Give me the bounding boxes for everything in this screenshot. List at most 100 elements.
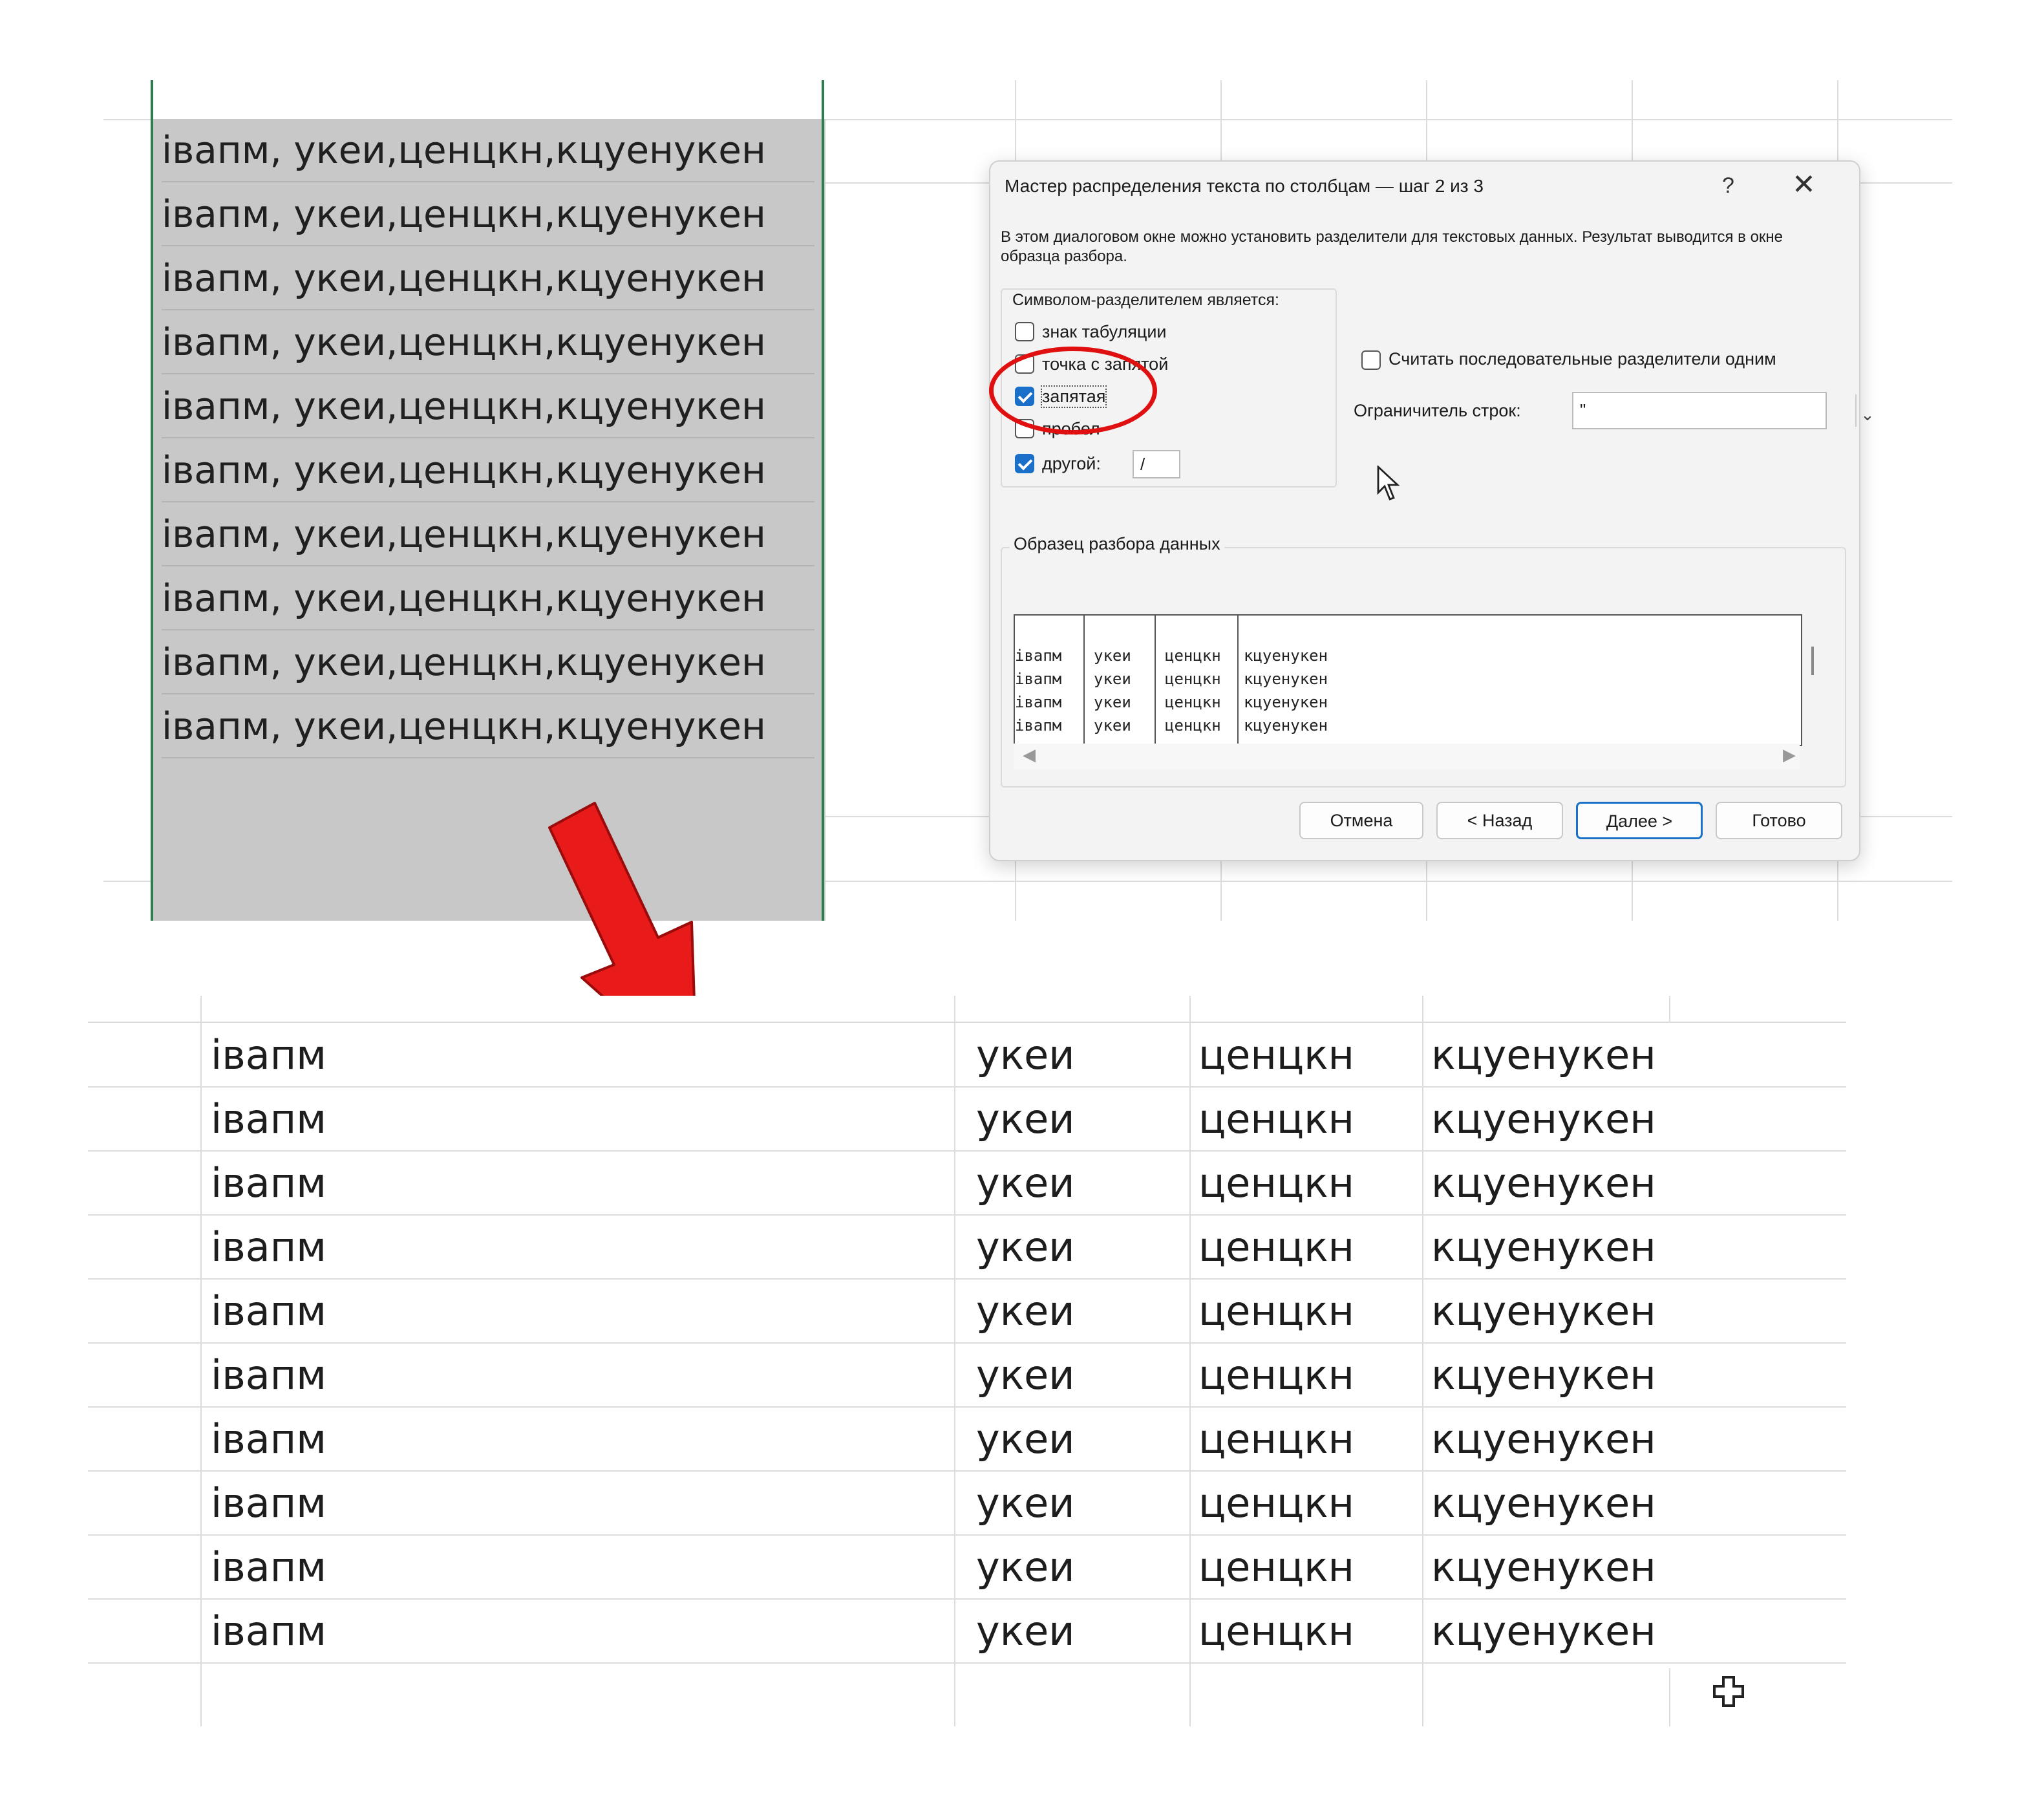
source-cell[interactable]: івапм, укеи,ценцкн,кцуенукен: [162, 631, 814, 694]
result-cell[interactable]: укеи: [976, 1406, 1075, 1470]
back-button[interactable]: < Назад: [1436, 802, 1563, 839]
result-cell[interactable]: кцуенукен: [1431, 1406, 1656, 1470]
vertical-scroll-thumb[interactable]: [1811, 647, 1814, 675]
preview-column-divider[interactable]: [1237, 616, 1239, 745]
preview-cell: ценцкн: [1165, 716, 1221, 735]
other-delimiter-input[interactable]: /: [1133, 450, 1180, 478]
source-cell[interactable]: івапм, укеи,ценцкн,кцуенукен: [162, 247, 814, 310]
consecutive-checkbox[interactable]: [1361, 350, 1381, 370]
cancel-button[interactable]: Отмена: [1299, 802, 1423, 839]
result-cell[interactable]: укеи: [976, 1278, 1075, 1342]
result-spreadsheet: івапм укеи ценцкн кцуенукен івапм укеи ценцкн к…: [88, 996, 1846, 1726]
preview-box[interactable]: івапм укеи ценцкн кцуенукен івапм укеи ценцкн к…: [1014, 614, 1802, 746]
consecutive-label: Считать последовательные разделители одн…: [1389, 349, 1776, 369]
result-cell[interactable]: івапм: [211, 1278, 326, 1342]
preview-cell: укеи: [1094, 693, 1131, 711]
preview-cell: ценцкн: [1165, 670, 1221, 688]
source-cell[interactable]: івапм, укеи,ценцкн,кцуенукен: [162, 119, 814, 182]
table-row: івапм укеи ценцкн кцуенукен: [88, 1342, 1846, 1408]
close-button[interactable]: ✕: [1792, 168, 1816, 201]
scroll-right-icon[interactable]: ▶: [1783, 745, 1796, 765]
preview-column-divider[interactable]: [1155, 616, 1156, 745]
qualifier-select[interactable]: ": [1572, 392, 1827, 429]
preview-cell: івапм: [1015, 716, 1062, 735]
chevron-down-icon[interactable]: ⌄: [1860, 405, 1875, 425]
result-cell[interactable]: кцуенукен: [1431, 1470, 1656, 1534]
result-cell[interactable]: івапм: [211, 1470, 326, 1534]
result-cell[interactable]: ценцкн: [1198, 1598, 1354, 1662]
result-cell[interactable]: ценцкн: [1198, 1150, 1354, 1214]
delimiters-legend: Символом-разделителем является:: [1010, 291, 1282, 310]
table-row: івапм укеи ценцкн кцуенукен: [88, 1470, 1846, 1536]
preview-cell: кцуенукен: [1244, 670, 1328, 688]
result-cell[interactable]: кцуенукен: [1431, 1086, 1656, 1150]
result-cell[interactable]: івапм: [211, 1406, 326, 1470]
result-cell[interactable]: ценцкн: [1198, 1342, 1354, 1406]
result-cell[interactable]: івапм: [211, 1150, 326, 1214]
preview-cell: кцуенукен: [1244, 693, 1328, 711]
dialog-description: В этом диалоговом окне можно установить …: [1001, 228, 1783, 265]
result-cell[interactable]: івапм: [211, 1214, 326, 1278]
preview-cell: івапм: [1015, 670, 1062, 688]
result-cell[interactable]: ценцкн: [1198, 1534, 1354, 1598]
result-cell[interactable]: кцуенукен: [1431, 1534, 1656, 1598]
result-cell[interactable]: укеи: [976, 1534, 1075, 1598]
result-cell[interactable]: укеи: [976, 1086, 1075, 1150]
source-cell[interactable]: івапм, укеи,ценцкн,кцуенукен: [162, 375, 814, 438]
source-cell[interactable]: івапм, укеи,ценцкн,кцуенукен: [162, 567, 814, 630]
result-cell[interactable]: кцуенукен: [1431, 1278, 1656, 1342]
result-cell[interactable]: кцуенукен: [1431, 1150, 1656, 1214]
preview-cell: укеи: [1094, 670, 1131, 688]
source-cell[interactable]: івапм, укеи,ценцкн,кцуенукен: [162, 695, 814, 758]
result-cell[interactable]: кцуенукен: [1431, 1214, 1656, 1278]
preview-cell: кцуенукен: [1244, 716, 1328, 735]
result-cell[interactable]: кцуенукен: [1431, 1342, 1656, 1406]
source-cell[interactable]: івапм, укеи,ценцкн,кцуенукен: [162, 183, 814, 246]
grid-line: [1669, 996, 1670, 1022]
source-cell[interactable]: івапм, укеи,ценцкн,кцуенукен: [162, 311, 814, 374]
result-cell[interactable]: укеи: [976, 1214, 1075, 1278]
table-row: івапм укеи ценцкн кцуенукен: [88, 1086, 1846, 1152]
result-cell[interactable]: ценцкн: [1198, 1022, 1354, 1086]
result-cell[interactable]: укеи: [976, 1470, 1075, 1534]
source-cell[interactable]: івапм, укеи,ценцкн,кцуенукен: [162, 439, 814, 502]
result-cell[interactable]: івапм: [211, 1534, 326, 1598]
result-cell[interactable]: івапм: [211, 1022, 326, 1086]
preview-cell: івапм: [1015, 647, 1062, 665]
result-cell[interactable]: укеи: [976, 1342, 1075, 1406]
next-button[interactable]: Далее >: [1576, 802, 1703, 839]
table-row: івапм укеи ценцкн кцуенукен: [88, 1598, 1846, 1664]
preview-cell: кцуенукен: [1244, 647, 1328, 665]
mouse-pointer-icon: [1377, 466, 1400, 500]
preview-cell: ценцкн: [1165, 693, 1221, 711]
tab-checkbox[interactable]: [1015, 322, 1034, 341]
result-cell[interactable]: ценцкн: [1198, 1278, 1354, 1342]
preview-cell: івапм: [1015, 693, 1062, 711]
result-cell[interactable]: укеи: [976, 1150, 1075, 1214]
preview-column-divider[interactable]: [1083, 616, 1085, 745]
text-to-columns-dialog[interactable]: Мастер распределения текста по столбцам …: [989, 160, 1875, 861]
result-cell[interactable]: ценцкн: [1198, 1086, 1354, 1150]
help-button[interactable]: ?: [1722, 173, 1734, 198]
result-cell[interactable]: івапм: [211, 1086, 326, 1150]
result-cell[interactable]: ценцкн: [1198, 1406, 1354, 1470]
result-cell[interactable]: ценцкн: [1198, 1470, 1354, 1534]
table-row: івапм укеи ценцкн кцуенукен: [88, 1214, 1846, 1280]
finish-button[interactable]: Готово: [1716, 802, 1842, 839]
result-cell[interactable]: кцуенукен: [1431, 1022, 1656, 1086]
other-checkbox[interactable]: [1015, 454, 1034, 473]
selection-border-left: [151, 80, 153, 921]
source-cell[interactable]: івапм, укеи,ценцкн,кцуенукен: [162, 503, 814, 566]
highlight-circle: [989, 347, 1157, 434]
table-row: івапм укеи ценцкн кцуенукен: [88, 1534, 1846, 1600]
table-row: івапм укеи ценцкн кцуенукен: [88, 1150, 1846, 1216]
result-cell[interactable]: укеи: [976, 1022, 1075, 1086]
scroll-left-icon[interactable]: ◀: [1023, 745, 1036, 765]
result-cell[interactable]: івапм: [211, 1342, 326, 1406]
result-cell[interactable]: ценцкн: [1198, 1214, 1354, 1278]
preview-legend: Образец разбора данных: [1010, 534, 1224, 554]
preview-scrollbar[interactable]: [1014, 744, 1800, 769]
result-cell[interactable]: кцуенукен: [1431, 1598, 1656, 1662]
result-cell[interactable]: івапм: [211, 1598, 326, 1662]
result-cell[interactable]: укеи: [976, 1598, 1075, 1662]
